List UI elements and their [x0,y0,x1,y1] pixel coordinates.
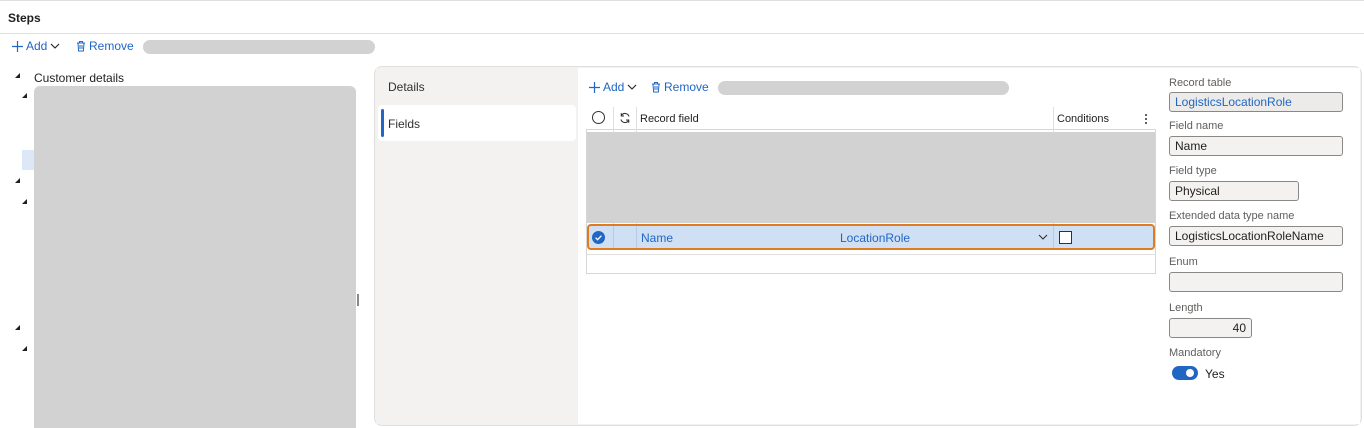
redacted-toolbar-content [718,81,1009,95]
length-label: Length [1169,302,1203,314]
splitter-handle[interactable] [357,294,359,306]
field-type-label: Field type [1169,165,1217,177]
mandatory-label: Mandatory [1169,347,1221,359]
row-field-name[interactable]: Name [641,231,673,245]
tab-fields-label: Fields [388,117,421,131]
plus-icon [12,40,23,52]
record-table-label: Record table [1169,77,1232,89]
steps-remove-button[interactable]: Remove [76,39,134,53]
tab-fields[interactable]: Fields [378,105,576,141]
steps-remove-label: Remove [89,39,134,53]
edt-name-field[interactable]: LogisticsLocationRoleName [1169,226,1343,246]
steps-add-button[interactable]: Add [12,39,60,53]
field-type-field[interactable]: Physical [1169,181,1299,201]
length-field[interactable]: 40 [1169,318,1252,338]
conditions-checkbox[interactable] [1059,231,1072,244]
steps-header: Steps [0,0,1364,34]
tree-root-label[interactable]: Customer details [34,71,124,85]
record-table-field[interactable]: LogisticsLocationRole [1169,92,1343,112]
fields-remove-button[interactable]: Remove [651,80,709,94]
select-all-radio[interactable] [592,111,605,124]
row-divider [586,254,1156,255]
column-divider [636,226,637,248]
tree-expand-icon[interactable] [15,325,20,330]
redacted-toolbar-content [143,40,375,54]
enum-label: Enum [1169,256,1198,268]
fields-add-button[interactable]: Add [589,80,637,94]
checkmark-circle-icon[interactable] [592,231,605,244]
mandatory-toggle[interactable] [1172,366,1198,380]
field-name-field[interactable]: Name [1169,136,1343,156]
tab-active-indicator [381,109,384,137]
fields-remove-label: Remove [664,80,709,94]
mandatory-value: Yes [1205,367,1225,381]
toggle-knob [1186,369,1194,377]
chevron-down-icon[interactable] [1038,234,1048,240]
chevron-down-icon [627,84,637,90]
trash-icon [652,82,660,93]
enum-field[interactable] [1169,272,1343,292]
column-divider [1053,226,1054,248]
tree-expand-icon[interactable] [22,199,27,204]
tree-expand-icon[interactable] [22,346,27,351]
redacted-grid-rows [587,132,1155,223]
tab-details[interactable]: Details [388,80,425,94]
tree-selection-marker [22,150,34,170]
tree-expand-icon[interactable] [15,178,20,183]
column-header-record-field[interactable]: Record field [640,113,699,125]
trash-icon [77,41,85,52]
page-title: Steps [8,11,41,25]
refresh-icon[interactable] [619,112,631,124]
steps-add-label: Add [26,39,48,53]
tree-expand-icon[interactable] [22,93,27,98]
fields-add-label: Add [603,80,625,94]
chevron-down-icon [50,43,60,49]
column-header-conditions[interactable]: Conditions [1057,113,1109,125]
redacted-tree-content [34,86,356,428]
more-options-icon[interactable] [1144,113,1148,125]
edt-name-label: Extended data type name [1169,210,1295,222]
field-name-label: Field name [1169,120,1224,132]
column-divider [613,226,614,248]
plus-icon [589,81,600,93]
row-field-value[interactable]: LocationRole [840,231,910,245]
tree-expand-icon[interactable] [15,73,20,78]
